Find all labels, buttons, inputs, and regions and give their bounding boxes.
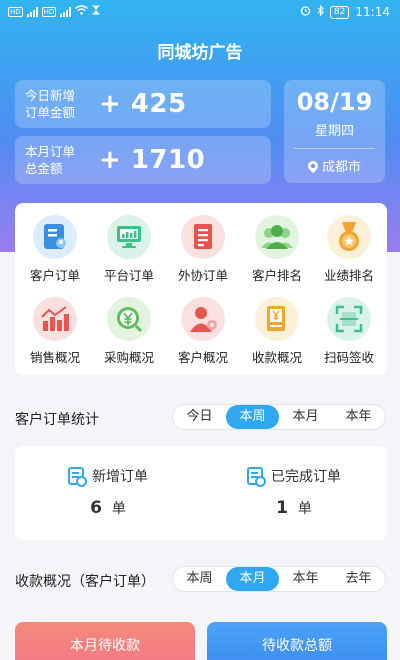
menu-platform-order[interactable]: 平台订单 [92, 215, 166, 284]
menu-label: 平台订单 [103, 268, 154, 283]
tab-this-month[interactable]: 本月 [279, 405, 332, 429]
signal-icon [26, 6, 38, 17]
new-order-doc-icon [68, 467, 87, 487]
hd-badge: HD [8, 6, 23, 17]
order-stats-title: 客户订单统计 [15, 412, 99, 428]
tab-this-year[interactable]: 本年 [332, 405, 385, 429]
completed-orders-unit: 单 [297, 501, 312, 517]
menu-label: 采购概况 [103, 350, 154, 365]
stat-label-line2: 总金额 [25, 161, 63, 176]
hd-badge-2: HD [41, 6, 57, 17]
tab-this-month[interactable]: 本月 [226, 567, 279, 591]
app-title: 同城坊广告 [157, 43, 243, 63]
menu-label: 客户概况 [177, 350, 228, 365]
tab-this-week[interactable]: 本周 [173, 567, 226, 591]
menu-sales-overview[interactable]: 销售概况 [18, 297, 92, 366]
tab-last-year[interactable]: 去年 [332, 567, 385, 591]
menu-label: 扫码签收 [323, 350, 374, 365]
menu-label: 客户排名 [251, 268, 302, 283]
platform-order-icon [107, 215, 151, 259]
customer-order-icon [33, 215, 77, 259]
order-stats-period-tabs: 今日 本周 本月 本年 [172, 404, 386, 430]
customer-overview-icon [181, 297, 225, 341]
menu-performance-ranking[interactable]: 业绩排名 [312, 215, 386, 284]
date-card: 08/19 星期四 成都市 [284, 80, 385, 183]
customer-ranking-icon [255, 215, 299, 259]
menu-outsource-order[interactable]: 外协订单 [166, 215, 240, 284]
sales-overview-icon [33, 297, 77, 341]
location-pin-icon [305, 158, 321, 173]
outsource-order-icon [181, 215, 225, 259]
tab-this-year[interactable]: 本年 [279, 567, 332, 591]
scan-sign-icon [327, 297, 371, 341]
today-new-order-amount-card[interactable]: 今日新增 订单金额 + 425 [15, 80, 271, 128]
completed-orders-count: 1 [276, 498, 288, 518]
purchase-overview-icon [107, 297, 151, 341]
menu-collection-overview[interactable]: 收款概况 [240, 297, 314, 366]
new-orders-label: 新增订单 [92, 469, 148, 485]
battery-indicator: 82 [329, 5, 350, 19]
stat-value: + 1710 [99, 145, 206, 175]
city-name: 成都市 [321, 160, 361, 175]
tab-today[interactable]: 今日 [173, 405, 226, 429]
performance-ranking-icon [327, 215, 371, 259]
stat-label: 今日新增 订单金额 [15, 87, 85, 121]
menu-customer-overview[interactable]: 客户概况 [166, 297, 240, 366]
weekday: 星期四 [314, 124, 354, 139]
new-orders-count: 6 [90, 498, 102, 518]
new-orders-stat[interactable]: 新增订单 6单 [15, 466, 201, 518]
alarm-icon [300, 5, 311, 19]
bluetooth-icon [317, 4, 324, 19]
menu-purchase-overview[interactable]: 采购概况 [92, 297, 166, 366]
tab-this-week[interactable]: 本周 [226, 405, 279, 429]
total-pending-collection-button[interactable]: 待收款总额 [207, 622, 387, 660]
pending-label: 本月待收款 [70, 638, 140, 654]
new-orders-unit: 单 [111, 501, 126, 517]
collection-title: 收款概况（客户订单） [15, 574, 155, 590]
total-label: 待收款总额 [262, 638, 332, 654]
city-location[interactable]: 成都市 [284, 156, 385, 175]
month-order-total-card[interactable]: 本月订单 总金额 + 1710 [15, 136, 271, 184]
menu-label: 收款概况 [251, 350, 302, 365]
date-value: 08/19 [296, 88, 373, 116]
menu-customer-ranking[interactable]: 客户排名 [240, 215, 314, 284]
stat-value: + 425 [99, 89, 187, 119]
stat-label-line2: 订单金额 [25, 105, 76, 120]
completed-order-doc-icon [247, 467, 266, 487]
menu-scan-sign[interactable]: 扫码签收 [312, 297, 386, 366]
collection-overview-icon [255, 297, 299, 341]
menu-customer-order[interactable]: 客户订单 [18, 215, 92, 284]
completed-orders-stat[interactable]: 已完成订单 1单 [201, 466, 387, 518]
function-menu: 客户订单 平台订单 外协订单 客户排名 业绩排名 销售概况 采购概况 客户概况 … [15, 203, 387, 375]
stat-label-line1: 今日新增 [25, 88, 76, 103]
order-stats-card: 新增订单 6单 已完成订单 1单 [15, 446, 387, 540]
status-time: 11:14 [355, 5, 390, 19]
signal-icon-2 [60, 6, 72, 17]
divider [294, 148, 375, 149]
status-bar: HD HD 82 11:14 [0, 0, 400, 24]
hourglass-icon [92, 5, 100, 18]
menu-label: 外协订单 [177, 268, 228, 283]
menu-label: 业绩排名 [323, 268, 374, 283]
completed-orders-label: 已完成订单 [271, 469, 341, 485]
month-pending-collection-button[interactable]: 本月待收款 [15, 622, 195, 660]
stat-label-line1: 本月订单 [25, 144, 76, 159]
stat-label: 本月订单 总金额 [15, 143, 85, 177]
collection-period-tabs: 本周 本月 本年 去年 [172, 566, 386, 592]
menu-label: 客户订单 [29, 268, 80, 283]
menu-label: 销售概况 [29, 350, 80, 365]
wifi-icon [75, 5, 89, 18]
